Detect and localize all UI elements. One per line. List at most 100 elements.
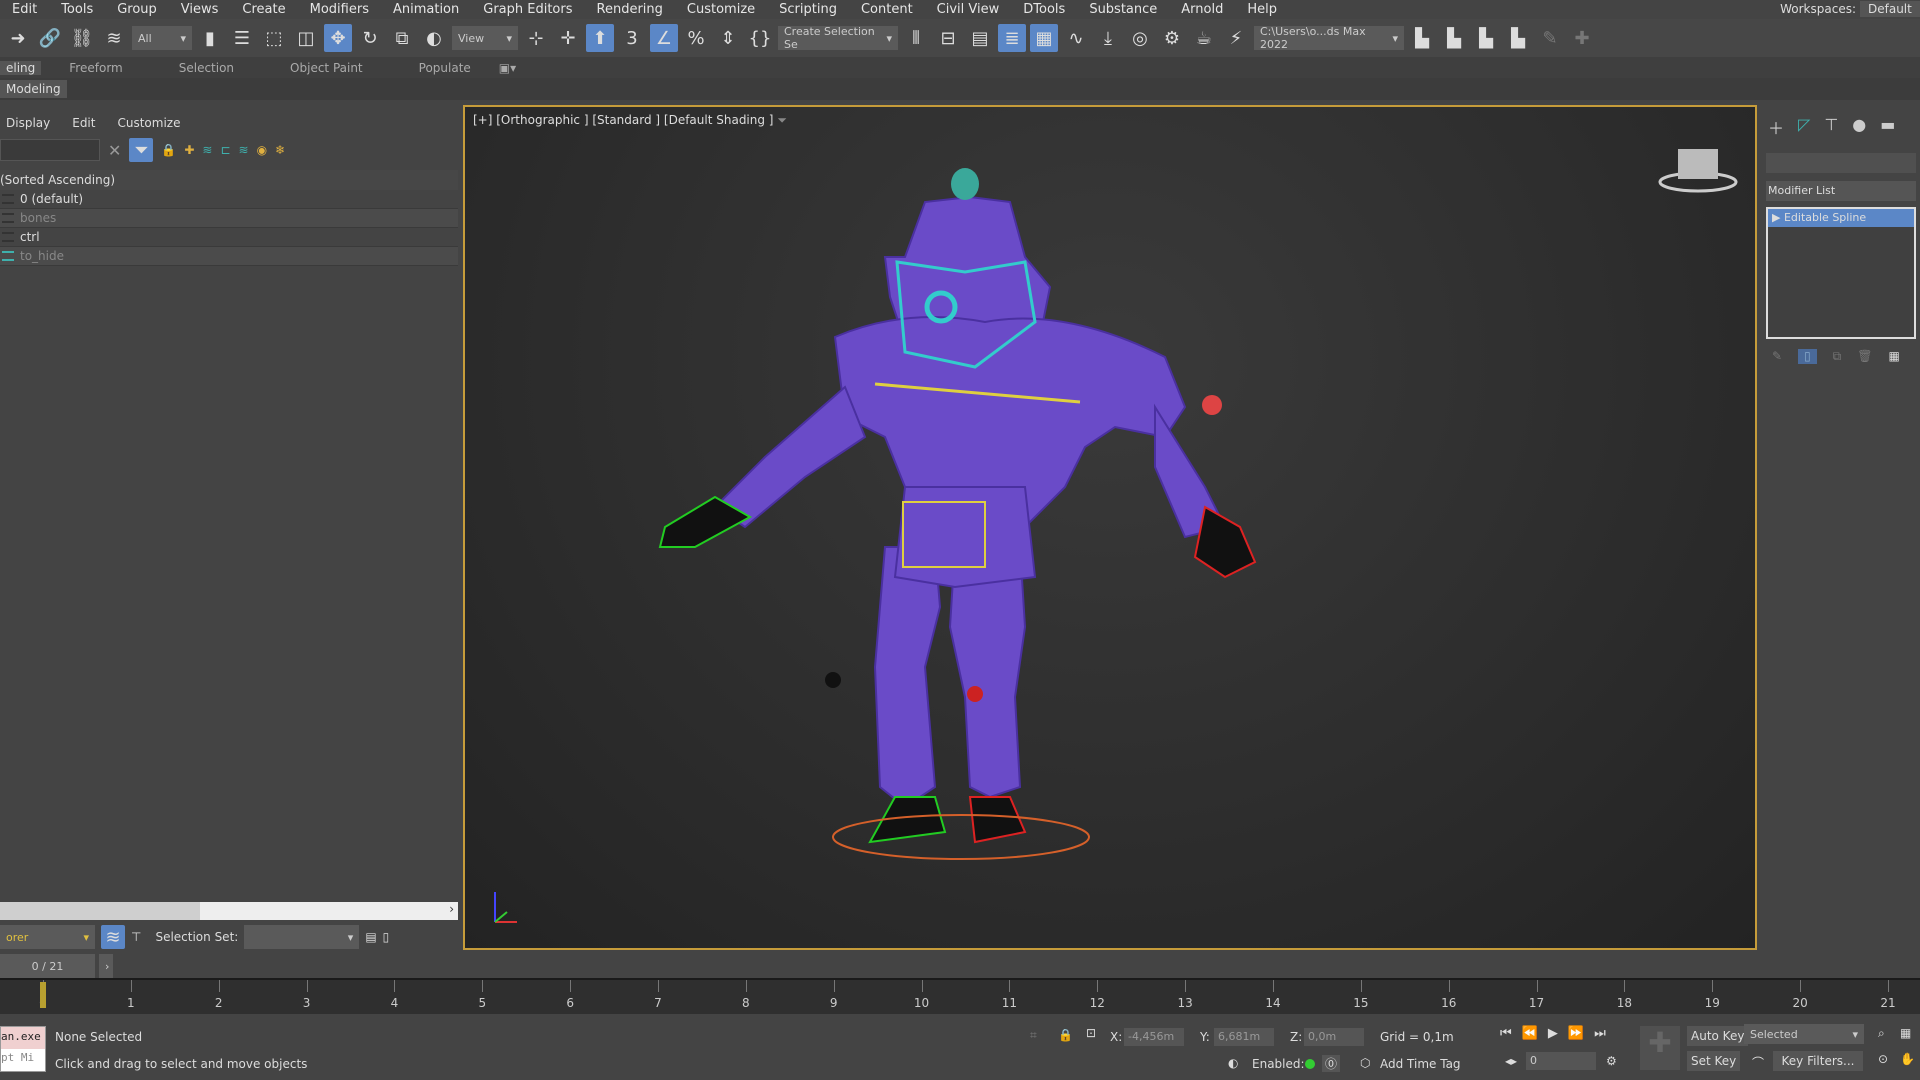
workspace-value[interactable]: Default xyxy=(1860,1,1920,17)
layers-icon[interactable]: ≋ xyxy=(239,143,249,157)
ribbon-tab-object-paint[interactable]: Object Paint xyxy=(262,61,391,75)
angle-snap-icon[interactable]: ∠ xyxy=(650,24,678,52)
next-frame-icon[interactable]: ⏩ xyxy=(1568,1026,1584,1041)
bind-space-warp-icon[interactable]: ≋ xyxy=(100,24,128,52)
pan-icon[interactable]: ✋ xyxy=(1900,1052,1915,1066)
make-unique-icon[interactable]: ⧉ xyxy=(1833,349,1842,364)
material-editor-icon[interactable]: ◎ xyxy=(1126,24,1154,52)
enabled-indicator[interactable] xyxy=(1305,1059,1315,1069)
explorer-search-input[interactable] xyxy=(0,139,100,161)
menu-create[interactable]: Create xyxy=(230,2,297,17)
auto-key-button[interactable]: Auto Key xyxy=(1687,1026,1749,1046)
object-name-field[interactable] xyxy=(1766,153,1916,173)
modifier-stack-item[interactable]: ▶ Editable Spline xyxy=(1768,209,1914,227)
add-icon[interactable]: ✚ xyxy=(1568,24,1596,52)
clear-search-icon[interactable]: ✕ xyxy=(108,141,121,160)
render-production-icon[interactable]: ⚡ xyxy=(1222,24,1250,52)
y-coordinate-field[interactable]: 6,681m xyxy=(1214,1028,1274,1046)
keyboard-shortcut-override-icon[interactable]: ⬆ xyxy=(586,24,614,52)
timeline-ruler[interactable]: 0123456789101112131415161718192021 xyxy=(0,978,1920,1014)
schematic-view-icon[interactable]: ⤓ xyxy=(1094,24,1122,52)
viewport-orthographic[interactable]: [+] [Orthographic ] [Standard ] [Default… xyxy=(463,105,1757,950)
rendered-frame-window-icon[interactable]: ☕ xyxy=(1190,24,1218,52)
rect-selection-icon[interactable]: ⬚ xyxy=(260,24,288,52)
axis-constraint-icon[interactable]: ✛ xyxy=(554,24,582,52)
selection-set-select-icon[interactable]: ▯ xyxy=(383,930,390,944)
redo-icon[interactable]: ➜ xyxy=(4,24,32,52)
next-frame-button[interactable]: › xyxy=(99,954,113,978)
go-to-start-icon[interactable]: ⏮ xyxy=(1500,1026,1512,1041)
select-by-name-icon[interactable]: ☰ xyxy=(228,24,256,52)
key-filters-button[interactable]: Key Filters... xyxy=(1773,1051,1863,1071)
menu-civil-view[interactable]: Civil View xyxy=(925,2,1012,17)
snap-3d-icon[interactable]: 3 xyxy=(618,24,646,52)
create-layer-icon[interactable]: ✚ xyxy=(184,143,194,157)
freeze-layer-icon[interactable]: ❄ xyxy=(275,143,285,157)
expand-icon[interactable]: ▶ xyxy=(1772,211,1780,224)
layer-row[interactable]: to_hide xyxy=(0,247,458,266)
menu-arnold[interactable]: Arnold xyxy=(1169,2,1235,17)
frame-counter[interactable]: 0 / 21 xyxy=(0,954,95,978)
maxscript-input[interactable]: pt Mi xyxy=(1,1049,45,1064)
explorer-menu-customize[interactable]: Customize xyxy=(117,116,180,130)
window-crossing-icon[interactable]: ◫ xyxy=(292,24,320,52)
time-slider[interactable]: 0 / 21 › xyxy=(0,954,470,978)
layer-row[interactable]: bones xyxy=(0,209,458,228)
ribbon-tab-populate[interactable]: Populate xyxy=(391,61,499,75)
ribbon-toggle-icon[interactable]: ▦ xyxy=(1030,24,1058,52)
mirror-icon[interactable]: ⫴ xyxy=(902,24,930,52)
add-to-layer-icon[interactable]: ≋ xyxy=(202,143,212,157)
menu-views[interactable]: Views xyxy=(169,2,231,17)
time-tag-icon[interactable]: ⓪ xyxy=(1322,1055,1341,1072)
ribbon-tab-selection[interactable]: Selection xyxy=(151,61,262,75)
create-tab-icon[interactable]: ＋ xyxy=(1768,115,1784,139)
workspace-selector[interactable]: Workspaces: Default xyxy=(1780,0,1920,18)
project-path-dropdown[interactable]: C:\Users\o...ds Max 2022 ▾ xyxy=(1254,25,1404,51)
scale-icon[interactable]: ⧉ xyxy=(388,24,416,52)
selection-filter-dropdown[interactable]: All ▾ xyxy=(132,26,192,50)
unlink-icon[interactable]: ⛓ xyxy=(68,24,96,52)
menu-animation[interactable]: Animation xyxy=(381,2,471,17)
explorer-scrollbar[interactable]: › xyxy=(0,902,458,920)
menu-modifiers[interactable]: Modifiers xyxy=(298,2,381,17)
key-mode-dropdown[interactable]: Selected ▾ xyxy=(1744,1024,1864,1044)
show-end-result-icon[interactable]: ▯ xyxy=(1798,349,1817,364)
project-structure-icon[interactable]: ▙ xyxy=(1504,24,1532,52)
filter-icon[interactable]: ⏷ xyxy=(129,138,154,162)
explorer-menu-edit[interactable]: Edit xyxy=(72,116,95,130)
move-icon[interactable]: ✥ xyxy=(324,24,352,52)
menu-customize[interactable]: Customize xyxy=(675,2,767,17)
sort-by-hierarchy-icon[interactable]: ⊤ xyxy=(131,930,141,944)
play-icon[interactable]: ▶ xyxy=(1548,1026,1558,1041)
set-key-button[interactable]: Set Key xyxy=(1687,1051,1741,1071)
selection-lock-icon[interactable]: 🔒 xyxy=(1058,1028,1073,1042)
sort-header[interactable]: (Sorted Ascending) xyxy=(0,170,458,190)
render-setup-icon[interactable]: ⚙ xyxy=(1158,24,1186,52)
zoom-all-icon[interactable]: ▦ xyxy=(1900,1026,1911,1040)
ribbon-options-icon[interactable]: ▣▾ xyxy=(499,61,516,75)
lock-icon[interactable]: 🔒 xyxy=(161,143,176,157)
layer-icon[interactable] xyxy=(2,232,14,242)
zoom-icon[interactable]: ⌕ xyxy=(1878,1026,1885,1041)
percent-snap-icon[interactable]: % xyxy=(682,24,710,52)
modifier-list-dropdown[interactable]: Modifier List xyxy=(1766,181,1916,201)
layer-hierarchy-icon[interactable]: ⊏ xyxy=(220,143,230,157)
maxscript-listener[interactable]: an.exe pt Mi xyxy=(0,1026,46,1072)
menu-scripting[interactable]: Scripting xyxy=(767,2,849,17)
link-icon[interactable]: 🔗 xyxy=(36,24,64,52)
layer-icon[interactable] xyxy=(2,213,14,223)
project-tree-icon[interactable]: ▙ xyxy=(1472,24,1500,52)
key-mode-icon[interactable]: ◂▸ xyxy=(1505,1054,1517,1068)
time-config-icon[interactable]: ⚙ xyxy=(1606,1054,1617,1068)
absolute-mode-icon[interactable]: ⊡ xyxy=(1086,1026,1096,1040)
hide-layer-icon[interactable]: ◉ xyxy=(257,143,267,157)
modify-tab-icon[interactable]: ◸ xyxy=(1798,115,1810,139)
menu-substance[interactable]: Substance xyxy=(1077,2,1169,17)
project-settings-icon[interactable]: ▙ xyxy=(1408,24,1436,52)
menu-graph-editors[interactable]: Graph Editors xyxy=(471,2,584,17)
curve-editor-icon[interactable]: ∿ xyxy=(1062,24,1090,52)
explorer-menu-display[interactable]: Display xyxy=(6,116,50,130)
set-key-big-button[interactable]: ✚ xyxy=(1640,1026,1680,1070)
rotate-icon[interactable]: ↻ xyxy=(356,24,384,52)
configure-sets-icon[interactable]: ▦ xyxy=(1888,349,1899,364)
